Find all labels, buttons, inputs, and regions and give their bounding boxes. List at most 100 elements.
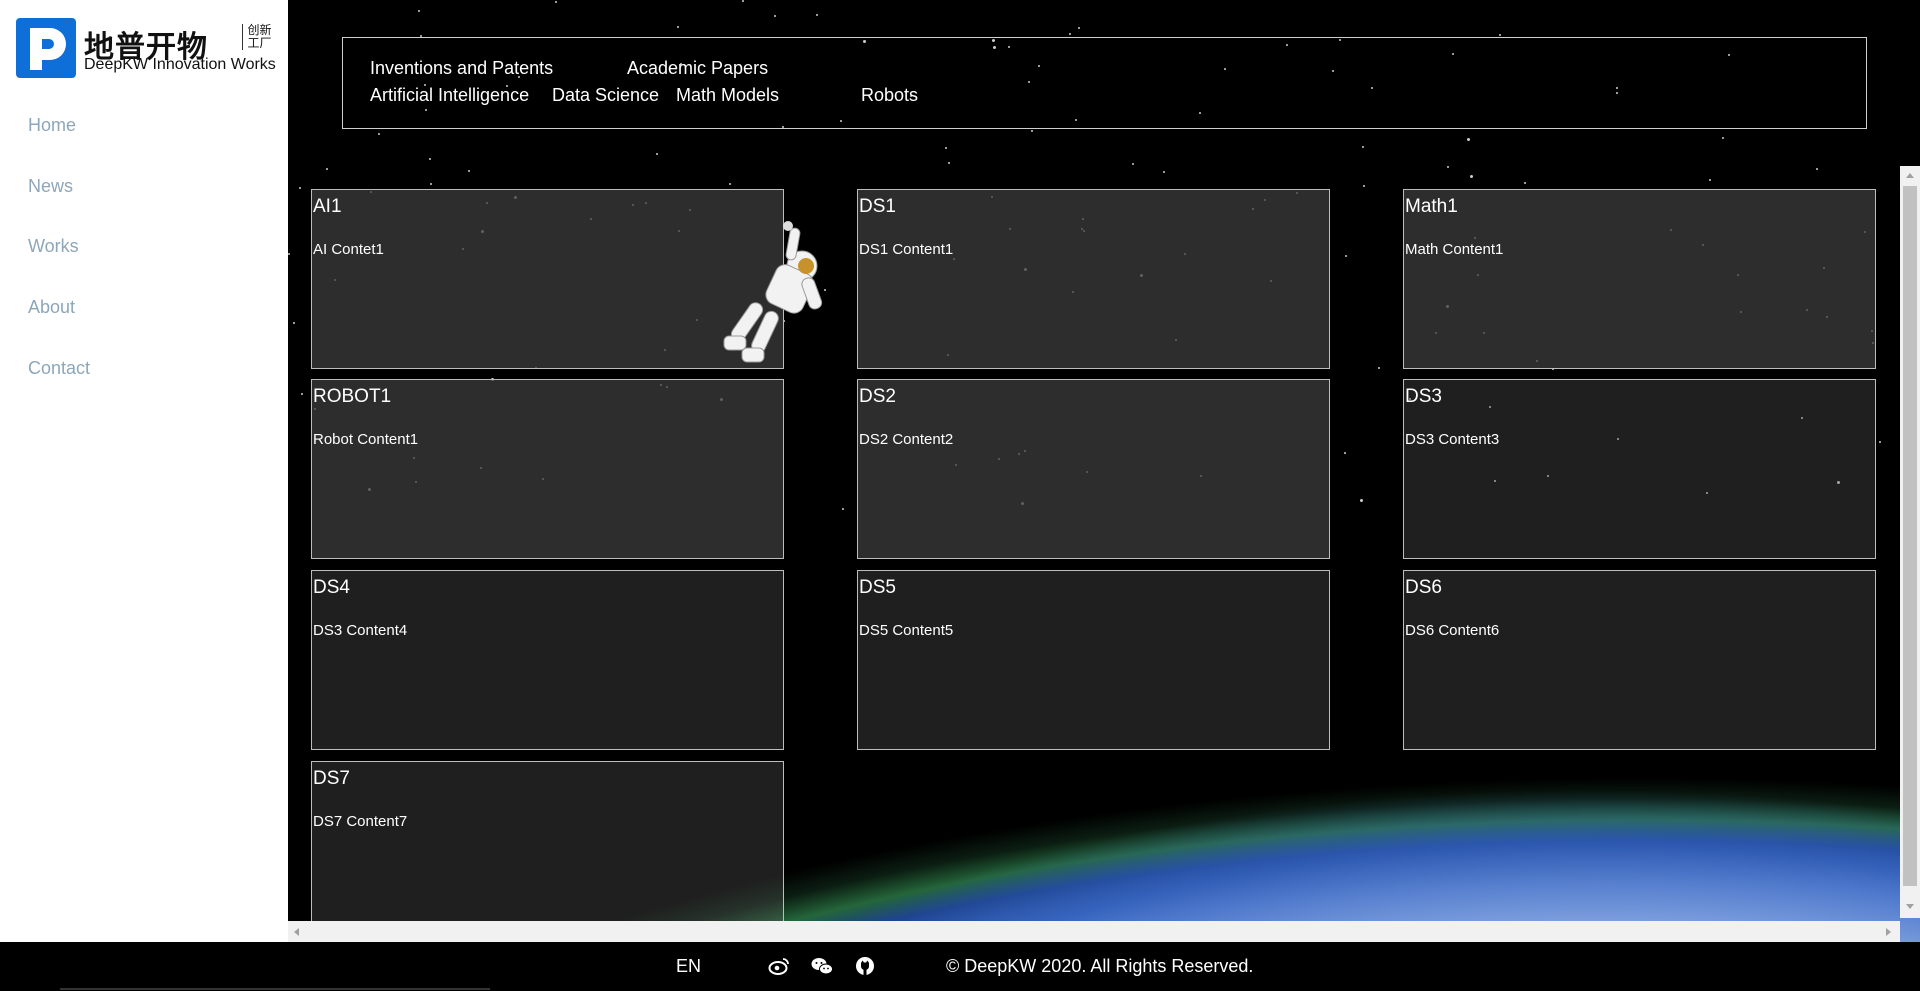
- star: [948, 162, 950, 164]
- scroll-right-icon[interactable]: [1886, 928, 1891, 936]
- star: [468, 170, 470, 172]
- star: [1345, 255, 1347, 257]
- star: [418, 10, 420, 12]
- card-title: DS4: [313, 577, 350, 598]
- nav-inventions-patents[interactable]: Inventions and Patents: [370, 58, 553, 79]
- star: [1362, 146, 1364, 148]
- star: [301, 393, 303, 395]
- star: [1163, 171, 1165, 173]
- star: [555, 1, 557, 3]
- main-content: Inventions and Patents Academic Papers A…: [288, 0, 1920, 942]
- sidebar: 地普开物 创新工厂 DeepKW Innovation Works Home N…: [0, 0, 288, 942]
- nav-data-science[interactable]: Data Science: [552, 85, 659, 106]
- star: [326, 168, 328, 170]
- card-robot1[interactable]: ROBOT1 Robot Content1: [311, 379, 784, 559]
- card-ds6[interactable]: DS6 DS6 Content6: [1403, 570, 1876, 750]
- star: [288, 253, 290, 255]
- star: [742, 0, 744, 2]
- copyright-text: © DeepKW 2020. All Rights Reserved.: [946, 956, 1254, 976]
- astronaut-image: [723, 221, 823, 363]
- card-title: DS1: [859, 196, 896, 217]
- language-switch[interactable]: EN: [676, 956, 701, 977]
- star: [430, 183, 432, 185]
- sidebar-item-news[interactable]: News: [28, 176, 73, 197]
- nav-robots[interactable]: Robots: [861, 85, 918, 106]
- card-math1[interactable]: Math1 Math Content1: [1403, 189, 1876, 369]
- star: [1132, 163, 1134, 165]
- card-title: Math1: [1405, 196, 1458, 217]
- card-title: DS5: [859, 577, 896, 598]
- github-icon[interactable]: [854, 956, 876, 976]
- nav-math-models[interactable]: Math Models: [676, 85, 779, 106]
- card-content: DS1 Content1: [859, 241, 954, 258]
- star: [1709, 179, 1711, 181]
- star: [677, 26, 679, 28]
- card-ds5[interactable]: DS5 DS5 Content5: [857, 570, 1330, 750]
- star: [1031, 130, 1033, 132]
- star: [842, 508, 844, 510]
- star: [293, 322, 295, 324]
- card-content: DS2 Content2: [859, 431, 954, 448]
- star: [299, 187, 301, 189]
- card-title: AI1: [313, 196, 342, 217]
- star: [429, 158, 431, 160]
- star: [1069, 33, 1071, 35]
- star: [1524, 182, 1526, 184]
- footer-divider: [60, 988, 490, 990]
- vertical-scrollbar[interactable]: [1900, 166, 1920, 918]
- star: [1499, 34, 1501, 36]
- star: [656, 153, 658, 155]
- card-content: Math Content1: [1405, 241, 1504, 258]
- star: [729, 183, 731, 185]
- logo-mark-icon: [16, 18, 76, 78]
- sidebar-item-contact[interactable]: Contact: [28, 358, 90, 379]
- card-content: DS3 Content3: [1405, 431, 1500, 448]
- star: [1722, 137, 1724, 139]
- star: [1344, 452, 1346, 454]
- weibo-icon[interactable]: [768, 956, 790, 976]
- scroll-down-icon[interactable]: [1906, 904, 1914, 909]
- star: [1816, 168, 1818, 170]
- sidebar-item-about[interactable]: About: [28, 297, 75, 318]
- nav-academic-papers[interactable]: Academic Papers: [627, 58, 768, 79]
- card-content: DS3 Content4: [313, 622, 408, 639]
- brand-logo[interactable]: 地普开物 创新工厂 DeepKW Innovation Works: [16, 18, 276, 80]
- card-content: AI Contet1: [313, 241, 384, 258]
- card-title: DS3: [1405, 386, 1442, 407]
- card-title: DS7: [313, 768, 350, 789]
- brand-name-en: DeepKW Innovation Works: [84, 56, 276, 73]
- card-ds1[interactable]: DS1 DS1 Content1: [857, 189, 1330, 369]
- category-nav: Inventions and Patents Academic Papers A…: [342, 37, 1867, 129]
- wechat-icon[interactable]: [811, 956, 833, 976]
- star: [1447, 166, 1449, 168]
- star: [774, 15, 776, 17]
- star: [1470, 175, 1473, 178]
- nav-artificial-intelligence[interactable]: Artificial Intelligence: [370, 85, 529, 106]
- star: [945, 147, 947, 149]
- card-content: DS6 Content6: [1405, 622, 1500, 639]
- star: [1363, 185, 1365, 187]
- star: [816, 14, 818, 16]
- sidebar-item-works[interactable]: Works: [28, 236, 79, 257]
- star: [378, 133, 380, 135]
- card-ds3[interactable]: DS3 DS3 Content3: [1403, 379, 1876, 559]
- card-title: DS6: [1405, 577, 1442, 598]
- scrollbar-thumb[interactable]: [1903, 186, 1917, 886]
- card-ds4[interactable]: DS4 DS3 Content4: [311, 570, 784, 750]
- card-content: DS5 Content5: [859, 622, 954, 639]
- star: [1360, 499, 1363, 502]
- star: [1879, 441, 1881, 443]
- card-ds2[interactable]: DS2 DS2 Content2: [857, 379, 1330, 559]
- horizontal-scrollbar[interactable]: [288, 921, 1900, 942]
- scroll-left-icon[interactable]: [294, 928, 299, 936]
- sidebar-item-home[interactable]: Home: [28, 115, 76, 136]
- card-ds7[interactable]: DS7 DS7 Content7: [311, 761, 784, 923]
- star: [1378, 367, 1380, 369]
- card-title: DS2: [859, 386, 896, 407]
- scroll-up-icon[interactable]: [1906, 173, 1914, 178]
- footer: EN © DeepKW 2020. All Rights Reserved.: [0, 942, 1920, 991]
- brand-subtitle-cn: 创新工厂: [242, 24, 272, 50]
- star: [1467, 138, 1470, 141]
- card-title: ROBOT1: [313, 386, 392, 407]
- card-content: Robot Content1: [313, 431, 419, 448]
